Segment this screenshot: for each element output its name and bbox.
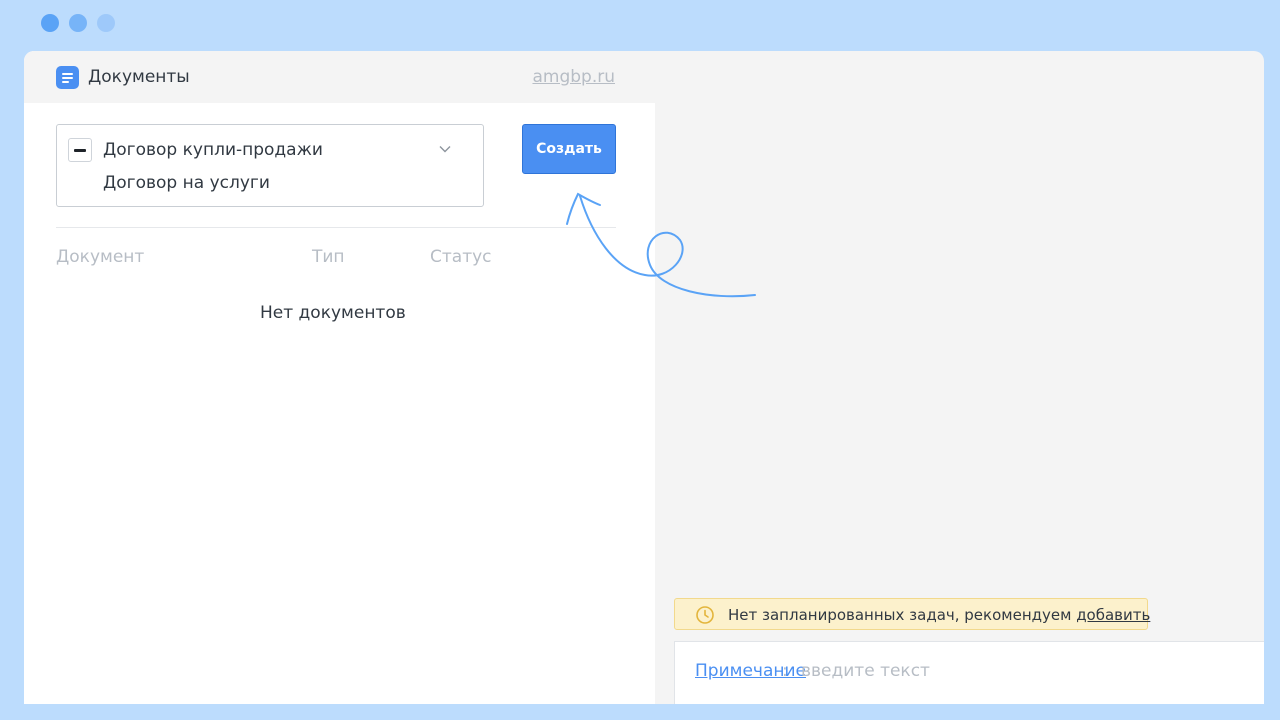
- document-type-select[interactable]: Договор купли-продажи Договор на услуги: [56, 124, 484, 207]
- task-banner: Нет запланированных задач, рекомендуем д…: [674, 598, 1150, 630]
- documents-panel: Документы amgbp.ru Договор купли-продажи…: [24, 51, 655, 704]
- window-dot-maximize[interactable]: [97, 14, 115, 32]
- window-controls: [41, 14, 115, 32]
- task-banner-message: Нет запланированных задач, рекомендуем: [728, 606, 1077, 624]
- app-window: Документы amgbp.ru Договор купли-продажи…: [24, 51, 1264, 704]
- add-task-link[interactable]: добавить: [1076, 606, 1150, 624]
- empty-documents-message: Нет документов: [260, 303, 406, 323]
- panel-title: Документы: [88, 67, 190, 87]
- task-banner-text: Нет запланированных задач, рекомендуем д…: [728, 606, 1150, 624]
- site-link[interactable]: amgbp.ru: [532, 67, 615, 87]
- note-separator: :: [782, 661, 788, 681]
- chevron-down-icon[interactable]: [439, 143, 451, 155]
- note-type-link[interactable]: Примечание: [695, 661, 806, 681]
- window-dot-close[interactable]: [41, 14, 59, 32]
- select-option-sale[interactable]: Договор купли-продажи: [103, 140, 323, 160]
- note-box: Примечание :: [674, 641, 1264, 704]
- create-button[interactable]: Создать: [522, 124, 616, 174]
- window-dot-minimize[interactable]: [69, 14, 87, 32]
- clock-icon: [696, 606, 714, 624]
- column-header-status: Статус: [430, 247, 492, 267]
- column-header-type: Тип: [312, 247, 345, 267]
- divider: [56, 227, 616, 228]
- select-option-services[interactable]: Договор на услуги: [103, 173, 270, 193]
- note-input[interactable]: [801, 656, 1241, 686]
- document-icon: [56, 66, 79, 89]
- panel-header: Документы amgbp.ru: [24, 51, 655, 103]
- column-header-document: Документ: [56, 247, 145, 267]
- minus-icon[interactable]: [68, 138, 92, 162]
